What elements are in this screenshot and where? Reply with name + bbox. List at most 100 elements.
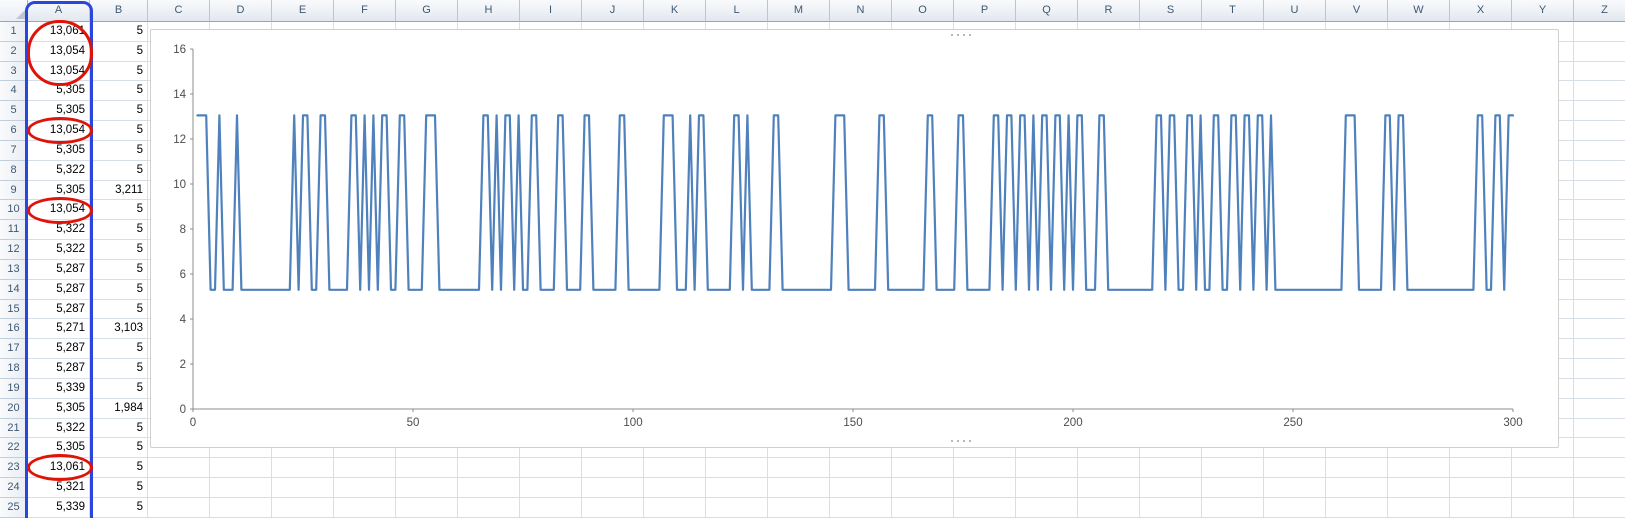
cell-i24[interactable] <box>520 478 582 498</box>
cell-d24[interactable] <box>210 478 272 498</box>
cell-z4[interactable] <box>1574 81 1625 102</box>
cell-a11[interactable]: 5,322 <box>28 220 90 241</box>
cell-r25[interactable] <box>1078 497 1140 518</box>
row-header-24[interactable]: 24 <box>0 478 28 498</box>
cell-z19[interactable] <box>1574 378 1625 399</box>
cell-u24[interactable] <box>1264 478 1326 498</box>
row-header-13[interactable]: 13 <box>0 259 28 280</box>
cell-o24[interactable] <box>892 478 954 498</box>
cell-z23[interactable] <box>1574 458 1625 479</box>
column-header-f[interactable]: F <box>334 0 396 22</box>
cell-z9[interactable] <box>1574 180 1625 201</box>
cell-b4[interactable]: 5 <box>90 81 148 102</box>
column-header-d[interactable]: D <box>210 0 272 22</box>
column-header-r[interactable]: R <box>1078 0 1140 22</box>
cell-t23[interactable] <box>1202 458 1264 479</box>
cell-z11[interactable] <box>1574 220 1625 241</box>
column-header-z[interactable]: Z <box>1574 0 1625 22</box>
row-header-12[interactable]: 12 <box>0 240 28 260</box>
select-all-corner[interactable] <box>0 0 28 22</box>
row-header-21[interactable]: 21 <box>0 418 28 439</box>
column-header-m[interactable]: M <box>768 0 830 22</box>
cell-e24[interactable] <box>272 478 334 498</box>
cell-b9[interactable]: 3,211 <box>90 180 148 201</box>
cell-z17[interactable] <box>1574 339 1625 360</box>
cell-g23[interactable] <box>396 458 458 479</box>
cell-h25[interactable] <box>458 497 520 518</box>
cell-a18[interactable]: 5,287 <box>28 359 90 379</box>
cell-y23[interactable] <box>1512 458 1574 479</box>
cell-b6[interactable]: 5 <box>90 121 148 141</box>
cell-b16[interactable]: 3,103 <box>90 319 148 340</box>
cell-k24[interactable] <box>644 478 706 498</box>
cell-l25[interactable] <box>706 497 768 518</box>
column-header-o[interactable]: O <box>892 0 954 22</box>
cell-u25[interactable] <box>1264 497 1326 518</box>
cell-a17[interactable]: 5,287 <box>28 339 90 360</box>
cell-i25[interactable] <box>520 497 582 518</box>
cell-b3[interactable]: 5 <box>90 61 148 82</box>
cell-b7[interactable]: 5 <box>90 140 148 161</box>
row-header-19[interactable]: 19 <box>0 378 28 399</box>
column-header-a[interactable]: A <box>28 0 90 22</box>
cell-z20[interactable] <box>1574 398 1625 419</box>
cell-a20[interactable]: 5,305 <box>28 398 90 419</box>
cell-a1[interactable]: 13,061 <box>28 22 90 42</box>
cell-z12[interactable] <box>1574 240 1625 260</box>
row-header-18[interactable]: 18 <box>0 359 28 379</box>
column-header-e[interactable]: E <box>272 0 334 22</box>
cell-a24[interactable]: 5,321 <box>28 478 90 498</box>
row-header-7[interactable]: 7 <box>0 140 28 161</box>
cell-a2[interactable]: 13,054 <box>28 41 90 62</box>
row-header-23[interactable]: 23 <box>0 458 28 479</box>
cell-w24[interactable] <box>1388 478 1450 498</box>
column-header-h[interactable]: H <box>458 0 520 22</box>
cell-a3[interactable]: 13,054 <box>28 61 90 82</box>
cell-b23[interactable]: 5 <box>90 458 148 479</box>
cell-g24[interactable] <box>396 478 458 498</box>
row-header-14[interactable]: 14 <box>0 279 28 300</box>
cell-n24[interactable] <box>830 478 892 498</box>
cell-c24[interactable] <box>148 478 210 498</box>
cell-r24[interactable] <box>1078 478 1140 498</box>
cell-p23[interactable] <box>954 458 1016 479</box>
cell-d23[interactable] <box>210 458 272 479</box>
cell-a6[interactable]: 13,054 <box>28 121 90 141</box>
cell-m23[interactable] <box>768 458 830 479</box>
cell-z5[interactable] <box>1574 101 1625 122</box>
cell-a19[interactable]: 5,339 <box>28 378 90 399</box>
column-header-y[interactable]: Y <box>1512 0 1574 22</box>
cell-b18[interactable]: 5 <box>90 359 148 379</box>
cell-g25[interactable] <box>396 497 458 518</box>
cell-n25[interactable] <box>830 497 892 518</box>
cell-b14[interactable]: 5 <box>90 279 148 300</box>
row-header-8[interactable]: 8 <box>0 160 28 181</box>
cell-o25[interactable] <box>892 497 954 518</box>
cell-a7[interactable]: 5,305 <box>28 140 90 161</box>
cell-j23[interactable] <box>582 458 644 479</box>
cell-f25[interactable] <box>334 497 396 518</box>
cell-b8[interactable]: 5 <box>90 160 148 181</box>
cell-q25[interactable] <box>1016 497 1078 518</box>
cell-a14[interactable]: 5,287 <box>28 279 90 300</box>
cell-f24[interactable] <box>334 478 396 498</box>
cell-a12[interactable]: 5,322 <box>28 240 90 260</box>
row-header-11[interactable]: 11 <box>0 220 28 241</box>
column-header-w[interactable]: W <box>1388 0 1450 22</box>
column-header-n[interactable]: N <box>830 0 892 22</box>
row-header-17[interactable]: 17 <box>0 339 28 360</box>
cell-w25[interactable] <box>1388 497 1450 518</box>
row-header-5[interactable]: 5 <box>0 101 28 122</box>
row-header-9[interactable]: 9 <box>0 180 28 201</box>
cell-m25[interactable] <box>768 497 830 518</box>
cell-z24[interactable] <box>1574 478 1625 498</box>
row-header-3[interactable]: 3 <box>0 61 28 82</box>
cell-f23[interactable] <box>334 458 396 479</box>
cell-z7[interactable] <box>1574 140 1625 161</box>
cell-v23[interactable] <box>1326 458 1388 479</box>
cell-q24[interactable] <box>1016 478 1078 498</box>
cell-v24[interactable] <box>1326 478 1388 498</box>
column-header-c[interactable]: C <box>148 0 210 22</box>
column-header-b[interactable]: B <box>90 0 148 22</box>
cell-b22[interactable]: 5 <box>90 438 148 459</box>
